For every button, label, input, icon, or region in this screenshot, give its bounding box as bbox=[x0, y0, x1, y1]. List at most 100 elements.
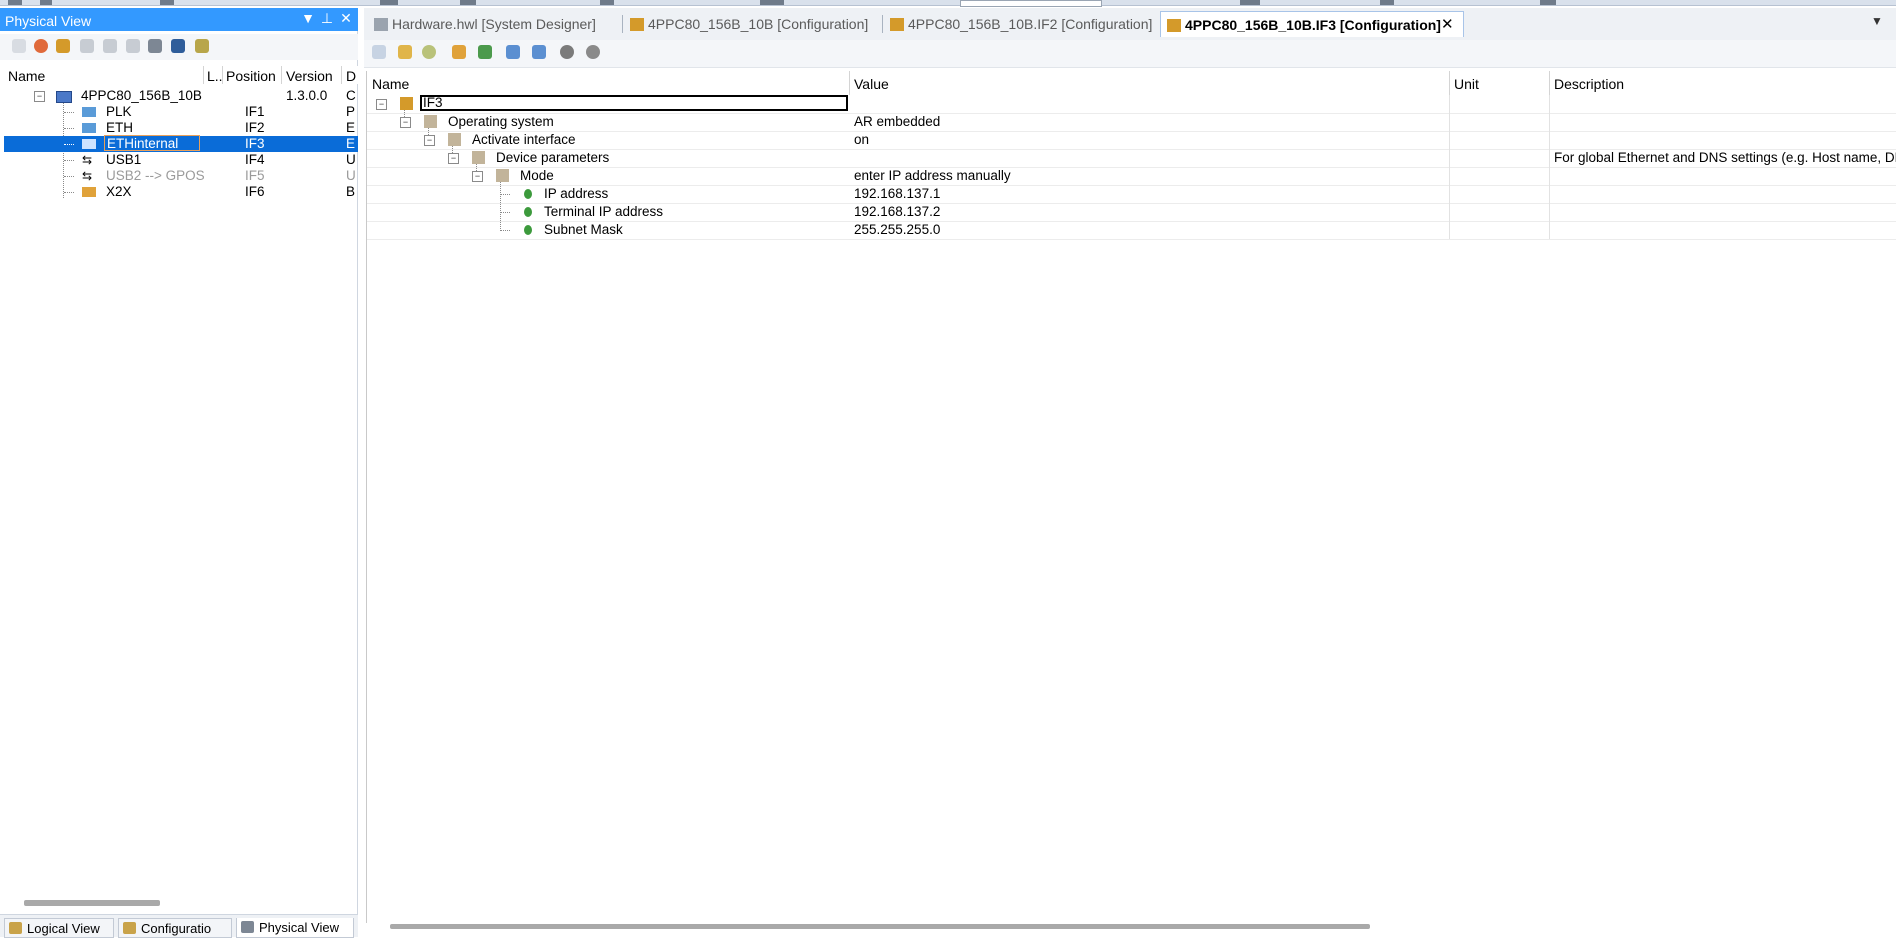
grid-row[interactable]: Subnet Mask 255.255.255.0 bbox=[367, 221, 1896, 240]
tabs-dropdown-icon[interactable]: ▼ bbox=[1870, 14, 1884, 28]
move-icon[interactable] bbox=[452, 45, 466, 59]
bulb-icon[interactable] bbox=[422, 45, 436, 59]
tree-item-position: IF2 bbox=[245, 120, 265, 135]
pin-icon[interactable]: ⊥ bbox=[319, 10, 335, 27]
collapse-icon[interactable]: − bbox=[424, 135, 435, 146]
column-header-name[interactable]: Name bbox=[8, 68, 45, 84]
row-value[interactable]: AR embedded bbox=[854, 114, 940, 129]
tree-item-label: ETHinternal bbox=[104, 135, 200, 151]
grid-row-if3[interactable]: − IF3 bbox=[367, 95, 1896, 114]
collapse-icon[interactable]: − bbox=[472, 171, 483, 182]
grid-row[interactable]: − Activate interface on bbox=[367, 131, 1896, 150]
toolbar-icon[interactable] bbox=[40, 0, 52, 5]
tree-row[interactable]: ⇆ USB1 IF4 U bbox=[4, 152, 358, 168]
row-value[interactable]: 255.255.255.0 bbox=[854, 222, 940, 237]
tab-configuration-if2[interactable]: 4PPC80_156B_10B.IF2 [Configuration] bbox=[884, 11, 1163, 37]
controller-icon bbox=[56, 91, 72, 103]
toolbar-icon[interactable] bbox=[760, 0, 784, 5]
grid-row[interactable]: IP address 192.168.137.1 bbox=[367, 185, 1896, 204]
search-icon[interactable] bbox=[148, 39, 162, 53]
tools-icon[interactable] bbox=[195, 39, 209, 53]
color-icon[interactable] bbox=[34, 39, 48, 53]
grid-row[interactable]: Terminal IP address 192.168.137.2 bbox=[367, 203, 1896, 222]
properties-icon[interactable] bbox=[372, 45, 386, 59]
find-icon[interactable] bbox=[126, 39, 140, 53]
sort-down-icon[interactable] bbox=[506, 45, 520, 59]
tree-row[interactable]: X2X IF6 B bbox=[4, 184, 358, 200]
physical-view-header: Name L.. Position Version D bbox=[0, 66, 358, 84]
ethernet-icon bbox=[82, 123, 96, 133]
row-name-edit[interactable]: IF3 bbox=[420, 95, 848, 111]
column-header-name[interactable]: Name bbox=[372, 76, 409, 92]
horizontal-scrollbar[interactable] bbox=[390, 924, 1370, 929]
panel-title-bar: Physical View ▼ ⊥ ✕ bbox=[0, 8, 358, 31]
tab-configuration-if3[interactable]: 4PPC80_156B_10B.IF3 [Configuration] ✕ bbox=[1160, 11, 1464, 37]
sort-up-icon[interactable] bbox=[532, 45, 546, 59]
tree-item-d: U bbox=[346, 152, 356, 167]
tab-configuration-main[interactable]: 4PPC80_156B_10B [Configuration] bbox=[624, 11, 883, 37]
tree-item-position: IF6 bbox=[245, 184, 265, 199]
tab-close-icon[interactable]: ✕ bbox=[1441, 15, 1454, 33]
column-header-l[interactable]: L.. bbox=[207, 68, 223, 84]
settings-icon[interactable] bbox=[586, 45, 600, 59]
new-object-icon[interactable] bbox=[12, 39, 26, 53]
configuration-icon[interactable] bbox=[56, 39, 70, 53]
collapse-icon[interactable]: − bbox=[448, 153, 459, 164]
tree-item-position: IF1 bbox=[245, 104, 265, 119]
ethernet-icon bbox=[82, 139, 96, 149]
column-header-d[interactable]: D bbox=[346, 68, 356, 84]
column-header-description[interactable]: Description bbox=[1554, 76, 1624, 92]
toolbar-icon[interactable] bbox=[460, 0, 476, 5]
grid-row[interactable]: − Operating system AR embedded bbox=[367, 113, 1896, 132]
parameter-group-icon bbox=[496, 169, 509, 182]
tab-configuration-view[interactable]: Configuratio bbox=[118, 918, 232, 938]
usb-icon: ⇆ bbox=[82, 153, 93, 167]
configuration-icon bbox=[890, 18, 904, 31]
row-name: Terminal IP address bbox=[544, 204, 664, 219]
tab-logical-view[interactable]: Logical View bbox=[4, 918, 114, 938]
collapse-icon[interactable]: − bbox=[400, 117, 411, 128]
toolbar-icon[interactable] bbox=[1380, 0, 1394, 5]
tree-item-d: P bbox=[346, 104, 356, 119]
collapse-icon[interactable]: − bbox=[376, 99, 387, 110]
tab-physical-view[interactable]: Physical View bbox=[236, 918, 354, 938]
network-icon[interactable] bbox=[171, 39, 185, 53]
row-value[interactable]: enter IP address manually bbox=[854, 168, 1011, 183]
row-value[interactable]: 192.168.137.1 bbox=[854, 186, 940, 201]
collapse-icon[interactable]: − bbox=[34, 91, 45, 102]
toolbar-icon[interactable] bbox=[600, 0, 614, 5]
tab-hardware-hwl[interactable]: Hardware.hwl [System Designer] bbox=[368, 11, 623, 37]
system-designer-icon bbox=[374, 18, 388, 31]
tree-row-selected[interactable]: ETHinternal IF3 E bbox=[4, 135, 358, 152]
toolbar-icon[interactable] bbox=[160, 0, 174, 5]
tree-row[interactable]: ⇆ USB2 --> GPOS IF5 U bbox=[4, 168, 358, 184]
tree-row-root[interactable]: − 4PPC80_156B_10B 1.3.0.0 C bbox=[4, 88, 358, 104]
column-header-unit[interactable]: Unit bbox=[1454, 76, 1479, 92]
column-header-position[interactable]: Position bbox=[226, 68, 276, 84]
toolbar-icon[interactable] bbox=[8, 0, 22, 5]
toolbar-icon[interactable] bbox=[380, 0, 398, 5]
row-value[interactable]: on bbox=[854, 132, 869, 147]
grid-row[interactable]: − Mode enter IP address manually bbox=[367, 167, 1896, 186]
column-header-value[interactable]: Value bbox=[854, 76, 889, 92]
horizontal-scrollbar[interactable] bbox=[24, 900, 160, 906]
tree-item-label: USB2 --> GPOS bbox=[106, 168, 205, 183]
record-icon[interactable] bbox=[560, 45, 574, 59]
toolbar-combo[interactable] bbox=[960, 0, 1102, 7]
configuration-icon bbox=[1167, 19, 1181, 32]
hardware-icon[interactable] bbox=[80, 39, 94, 53]
toolbar-icon[interactable] bbox=[1540, 0, 1556, 5]
grid-row[interactable]: − Device parameters For global Ethernet … bbox=[367, 149, 1896, 168]
module-icon[interactable] bbox=[103, 39, 117, 53]
tree-row[interactable]: ETH IF2 E bbox=[4, 120, 358, 136]
tree-row[interactable]: PLK IF1 P bbox=[4, 104, 358, 120]
add-icon[interactable] bbox=[398, 45, 412, 59]
row-value[interactable]: 192.168.137.2 bbox=[854, 204, 940, 219]
close-icon[interactable]: ✕ bbox=[338, 10, 354, 27]
panel-dropdown-icon[interactable]: ▼ bbox=[300, 10, 316, 26]
expand-icon[interactable] bbox=[478, 45, 492, 59]
row-name: Device parameters bbox=[496, 150, 610, 165]
toolbar-icon[interactable] bbox=[1240, 0, 1260, 5]
column-header-version[interactable]: Version bbox=[286, 68, 333, 84]
tree-item-position: IF5 bbox=[245, 168, 265, 183]
